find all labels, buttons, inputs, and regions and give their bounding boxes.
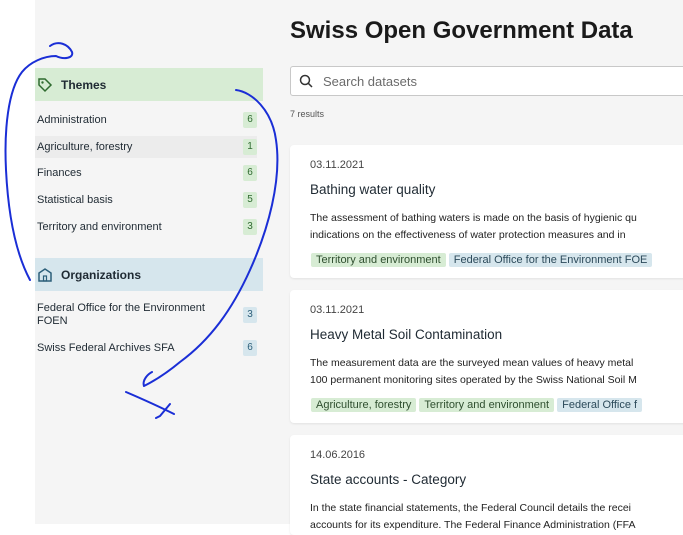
theme-item-label: Statistical basis [37,194,113,206]
search-input[interactable] [321,72,683,90]
search-icon [299,74,313,88]
dataset-tags: Agriculture, forestry Territory and envir… [311,395,645,413]
theme-item-count: 6 [243,112,257,128]
building-icon [38,267,52,282]
theme-item-territory-environment[interactable]: Territory and environment 3 [35,218,257,236]
org-item-count: 3 [243,307,257,323]
theme-item-count: 3 [243,219,257,235]
dataset-card[interactable]: 03.11.2021 Heavy Metal Soil Contaminatio… [290,290,683,423]
dataset-title[interactable]: Bathing water quality [310,182,435,197]
org-item-count: 6 [243,340,257,356]
dataset-tags: Territory and environment Federal Office … [311,250,655,268]
theme-item-count: 5 [243,192,257,208]
organizations-facet-header[interactable]: Organizations [35,258,263,291]
theme-item-label: Finances [37,167,82,179]
theme-item-count: 6 [243,165,257,181]
theme-item-finances[interactable]: Finances 6 [35,164,257,182]
dataset-title[interactable]: State accounts - Category [310,472,466,487]
theme-item-statistical-basis[interactable]: Statistical basis 5 [35,191,257,209]
dataset-description: The measurement data are the surveyed me… [310,357,637,386]
org-item-sfa[interactable]: Swiss Federal Archives SFA 6 [35,339,257,357]
dataset-date: 03.11.2021 [310,304,365,316]
themes-facet-title: Themes [61,77,107,92]
dataset-description: The assessment of bathing waters is made… [310,212,637,241]
tag-icon [38,77,53,92]
dataset-description: In the state financial statements, the F… [310,502,636,531]
results-count: 7 results [290,109,325,119]
organizations-facet-title: Organizations [61,267,142,282]
left-margin [0,0,35,524]
theme-tag[interactable]: Agriculture, forestry [311,398,417,412]
org-item-foen[interactable]: Federal Office for the Environment FOEN … [35,300,257,330]
org-item-label: Swiss Federal Archives SFA [37,342,175,354]
dataset-card[interactable]: 03.11.2021 Bathing water quality The ass… [290,145,683,278]
organization-tag[interactable]: Federal Office for the Environment FOE [448,253,653,267]
theme-item-agriculture-forestry[interactable]: Agriculture, forestry 1 [35,136,257,158]
organization-tag[interactable]: Federal Office f [557,398,643,412]
theme-item-administration[interactable]: Administration 6 [35,111,257,129]
theme-item-label: Agriculture, forestry [37,141,133,153]
theme-tag[interactable]: Territory and environment [419,398,555,412]
dataset-date: 14.06.2016 [310,449,366,461]
dataset-title[interactable]: Heavy Metal Soil Contamination [310,327,502,342]
theme-item-label: Territory and environment [37,221,162,233]
themes-facet-header[interactable]: Themes [35,68,263,101]
theme-item-label: Administration [37,114,107,126]
dataset-card[interactable]: 14.06.2016 State accounts - Category In … [290,435,683,535]
dataset-date: 03.11.2021 [310,159,365,171]
org-item-label: Federal Office for the Environment FOEN [37,302,205,327]
theme-item-count: 1 [243,139,257,155]
search-box[interactable] [290,66,683,96]
page-title: Swiss Open Government Data [290,17,633,44]
theme-tag[interactable]: Territory and environment [311,253,446,267]
